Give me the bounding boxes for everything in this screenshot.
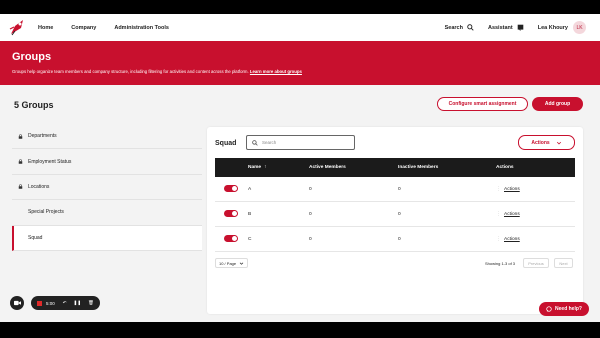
- record-stop-icon[interactable]: [37, 300, 42, 306]
- search-label: Search: [444, 24, 463, 31]
- search-placeholder: Search: [262, 140, 277, 145]
- row-drag-handle-icon: ⋮: [496, 187, 501, 192]
- row-toggle[interactable]: [224, 185, 238, 192]
- assistant-button[interactable]: Assistant: [488, 24, 524, 31]
- group-categories-sidebar: Departments Employment Status Locations …: [12, 124, 202, 251]
- top-right-actions: Search Assistant Lea Khoury LK: [431, 14, 586, 41]
- cell-name: B: [248, 212, 252, 217]
- search-icon: [252, 139, 258, 146]
- sidebar-item-label: Departments: [28, 133, 57, 140]
- column-header-label: Name: [248, 165, 262, 170]
- row-actions-link[interactable]: Actions: [504, 187, 520, 192]
- groups-count-title: 5 Groups: [14, 100, 54, 110]
- nav-company[interactable]: Company: [71, 25, 96, 31]
- cell-name: C: [248, 237, 252, 242]
- lock-icon: [18, 184, 23, 190]
- user-menu[interactable]: Lea Khoury LK: [538, 21, 586, 34]
- row-drag-handle-icon: ⋮: [496, 237, 501, 242]
- row-actions-link[interactable]: Actions: [504, 212, 520, 217]
- chat-bubble-icon: [546, 306, 552, 312]
- recording-timer: 5:00: [46, 300, 55, 306]
- cell-active-members: 0: [309, 187, 312, 192]
- pause-icon[interactable]: ❚❚: [74, 300, 82, 306]
- table-row: B 0 0 ⋮ Actions: [215, 202, 575, 227]
- sidebar-item-locations[interactable]: Locations: [12, 175, 202, 201]
- table-header: Name ↑ Active Members Inactive Members Ac…: [215, 158, 575, 177]
- column-header-inactive-members: Inactive Members: [398, 165, 439, 170]
- column-header-active-members: Active Members: [309, 165, 346, 170]
- search-button[interactable]: Search: [445, 24, 474, 31]
- need-help-button[interactable]: Need help?: [539, 302, 589, 316]
- page-title: Groups: [12, 51, 52, 63]
- nav-administration-tools[interactable]: Administration Tools: [114, 25, 169, 31]
- row-drag-handle-icon: ⋮: [496, 212, 501, 217]
- row-toggle[interactable]: [224, 210, 238, 217]
- avatar: LK: [573, 21, 586, 34]
- top-black-bar: [0, 0, 600, 14]
- search-input[interactable]: Search: [246, 135, 355, 150]
- group-detail-panel: Squad Search Actions Name ↑ Active Member…: [207, 127, 583, 314]
- actions-label: Actions: [531, 139, 550, 146]
- learn-more-link[interactable]: Learn more about groups: [250, 69, 302, 74]
- configure-smart-assignment-button[interactable]: Configure smart assignment: [437, 97, 528, 111]
- next-page-button[interactable]: Next: [554, 258, 573, 268]
- rocket-logo-icon[interactable]: [7, 16, 29, 38]
- need-help-label: Need help?: [555, 306, 582, 312]
- sidebar-item-label: Special Projects: [28, 209, 64, 216]
- description-text: Groups help organize team members and co…: [12, 69, 249, 74]
- bottom-black-bar: [0, 322, 600, 338]
- trash-icon[interactable]: 🗑: [88, 300, 94, 306]
- page-hero: Groups Groups help organize team members…: [0, 41, 600, 85]
- assistant-label: Assistant: [487, 24, 513, 31]
- cell-inactive-members: 0: [398, 237, 401, 242]
- sidebar-item-employment-status[interactable]: Employment Status: [12, 149, 202, 175]
- assistant-icon: [517, 24, 524, 31]
- column-header-actions: Actions: [496, 165, 514, 170]
- column-header-name[interactable]: Name ↑: [248, 165, 266, 170]
- sidebar-item-label: Locations: [28, 183, 50, 190]
- previous-page-button[interactable]: Previous: [523, 258, 549, 268]
- main-nav: Home Company Administration Tools: [38, 14, 187, 41]
- user-name: Lea Khoury: [537, 24, 568, 31]
- chevron-down-icon: [239, 261, 244, 265]
- sidebar-item-special-projects[interactable]: Special Projects: [12, 200, 202, 226]
- camera-button[interactable]: [10, 296, 24, 310]
- sidebar-item-label: Squad: [28, 234, 43, 241]
- cell-name: A: [248, 187, 252, 192]
- add-group-button[interactable]: Add group: [532, 97, 583, 111]
- table-row: C 0 0 ⋮ Actions: [215, 227, 575, 252]
- cell-inactive-members: 0: [398, 212, 401, 217]
- per-page-select[interactable]: 10 / Page: [215, 258, 248, 268]
- sidebar-item-departments[interactable]: Departments: [12, 124, 202, 150]
- sidebar-item-label: Employment Status: [28, 158, 72, 165]
- sort-arrow-icon: ↑: [264, 165, 267, 170]
- video-camera-icon: [13, 300, 21, 306]
- row-toggle[interactable]: [224, 235, 238, 242]
- sidebar-item-squad[interactable]: Squad: [12, 225, 202, 251]
- page-description: Groups help organize team members and co…: [12, 69, 302, 74]
- search-icon: [467, 24, 474, 31]
- panel-title: Squad: [215, 140, 237, 147]
- cell-active-members: 0: [309, 212, 312, 217]
- nav-home[interactable]: Home: [38, 25, 53, 31]
- lock-icon: [18, 159, 23, 164]
- top-navigation-bar: Home Company Administration Tools Search…: [0, 14, 600, 41]
- row-actions-link[interactable]: Actions: [504, 237, 520, 242]
- cell-active-members: 0: [309, 237, 312, 242]
- table-row: A 0 0 ⋮ Actions: [215, 177, 575, 202]
- cell-inactive-members: 0: [398, 187, 401, 192]
- pagination-summary: Showing 1-3 of 3: [485, 261, 516, 266]
- per-page-value: 10 / Page: [219, 260, 237, 266]
- undo-icon[interactable]: ↶: [63, 300, 67, 306]
- chevron-down-icon: [556, 141, 561, 144]
- actions-dropdown-button[interactable]: Actions: [518, 135, 575, 150]
- lock-icon: [18, 133, 23, 139]
- recording-controls: 5:00 ↶ ❚❚ 🗑: [31, 296, 100, 310]
